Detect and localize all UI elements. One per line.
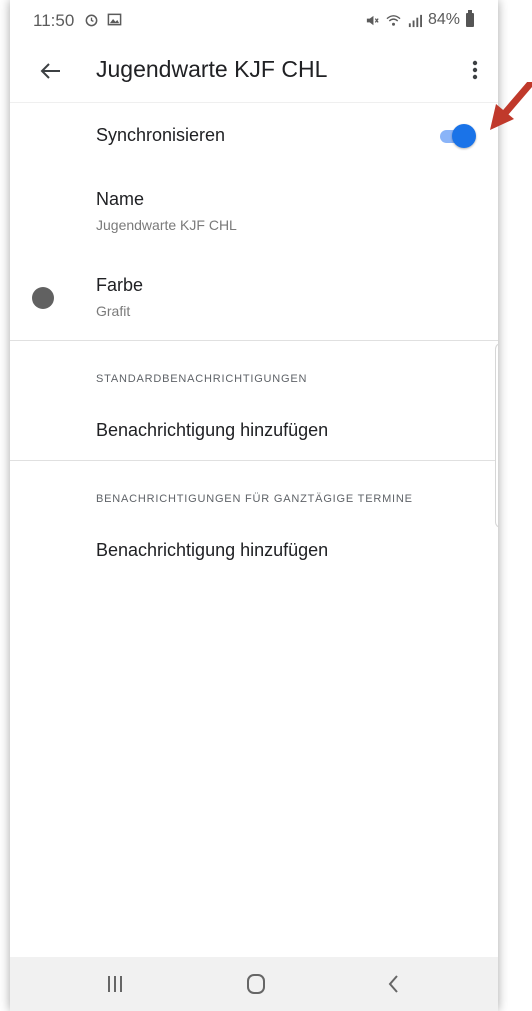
status-notification-icons xyxy=(84,12,122,27)
section-header-all-day-notifications: BENACHRICHTIGUNGEN FÜR GANZTÄGIGE TERMIN… xyxy=(96,493,413,505)
wifi-icon xyxy=(386,14,401,26)
name-value: Jugendwarte KJF CHL xyxy=(96,217,237,233)
system-nav-bar xyxy=(10,957,498,1011)
back-arrow-icon[interactable] xyxy=(36,56,66,86)
color-row[interactable]: Farbe Grafit xyxy=(10,266,498,330)
color-swatch xyxy=(32,287,54,309)
more-options-icon[interactable] xyxy=(470,58,480,84)
add-notification-row[interactable]: Benachrichtigung hinzufügen xyxy=(10,405,498,455)
color-value: Grafit xyxy=(96,303,131,319)
signal-icon xyxy=(408,14,422,27)
status-bar: 11:50 84% xyxy=(10,0,498,42)
add-notification-button[interactable]: Benachrichtigung hinzufügen xyxy=(96,420,328,441)
mute-icon xyxy=(366,15,379,25)
status-right-group: 84% xyxy=(365,10,474,29)
section-header-default-notifications: STANDARDBENACHRICHTIGUNGEN xyxy=(96,373,308,385)
toggle-thumb xyxy=(452,124,476,148)
alarm-icon xyxy=(85,14,98,27)
divider xyxy=(10,340,498,341)
color-label: Farbe xyxy=(96,275,144,295)
page-title: Jugendwarte KJF CHL xyxy=(96,56,328,82)
battery-percent: 84% xyxy=(427,11,460,28)
battery-icon xyxy=(466,10,474,27)
annotation-arrow-icon xyxy=(490,82,532,130)
app-bar: Jugendwarte KJF CHL xyxy=(10,42,498,103)
status-time: 11:50 xyxy=(33,11,75,30)
scroll-handle[interactable] xyxy=(495,343,498,528)
calendar-settings-screen: 11:50 84% Jugendwarte KJF CHL Synchronis… xyxy=(10,0,498,1011)
home-icon[interactable] xyxy=(242,970,270,998)
add-all-day-notification-button[interactable]: Benachrichtigung hinzufügen xyxy=(96,540,328,561)
name-label: Name xyxy=(96,189,145,209)
divider xyxy=(10,460,498,461)
sync-row[interactable]: Synchronisieren xyxy=(10,103,498,167)
name-row[interactable]: Name Jugendwarte KJF CHL xyxy=(10,180,498,244)
recent-apps-icon[interactable] xyxy=(101,970,129,998)
sync-label: Synchronisieren xyxy=(96,125,226,145)
add-all-day-notification-row[interactable]: Benachrichtigung hinzufügen xyxy=(10,525,498,575)
nav-back-icon[interactable] xyxy=(380,970,408,998)
sync-toggle[interactable] xyxy=(438,123,476,149)
image-icon xyxy=(107,13,122,26)
